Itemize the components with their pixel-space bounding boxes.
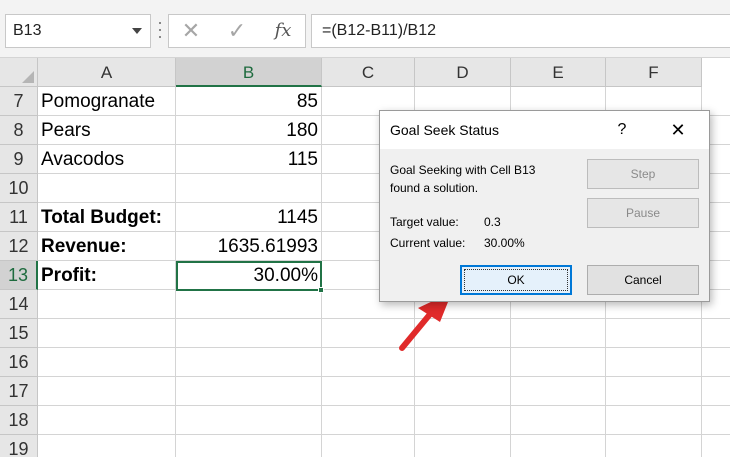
insert-function-icon[interactable]: fx xyxy=(263,15,303,47)
enter-icon[interactable]: ✓ xyxy=(217,15,257,47)
focus-rectangle xyxy=(464,269,568,291)
current-value: 30.00% xyxy=(484,236,525,250)
pause-button[interactable]: Pause xyxy=(587,198,699,228)
help-icon[interactable]: ? xyxy=(614,120,630,140)
cell-b8[interactable]: 180 xyxy=(177,116,318,145)
name-box-value: B13 xyxy=(13,22,42,39)
row-header-16[interactable]: 16 xyxy=(0,348,38,377)
grid-row-line xyxy=(38,405,730,406)
active-cell-b13[interactable] xyxy=(176,261,324,293)
dialog-titlebar[interactable]: Goal Seek Status ? ✕ xyxy=(380,111,709,149)
column-header-a[interactable]: A xyxy=(38,58,176,87)
row-header-8[interactable]: 8 xyxy=(0,116,38,145)
cell-b12[interactable]: 1635.61993 xyxy=(177,232,318,261)
step-button[interactable]: Step xyxy=(587,159,699,189)
cell-a7[interactable]: Pomogranate xyxy=(41,87,155,116)
cell-b14[interactable] xyxy=(177,290,318,319)
row-header-7[interactable]: 7 xyxy=(0,87,38,116)
row-header-11[interactable]: 11 xyxy=(0,203,38,232)
dialog-title: Goal Seek Status xyxy=(390,122,499,138)
formula-buttons: ✕ ✓ fx xyxy=(168,14,306,48)
row-header-18[interactable]: 18 xyxy=(0,406,38,435)
cancel-icon[interactable]: ✕ xyxy=(171,15,211,47)
cell-a13[interactable]: Profit: xyxy=(41,261,97,290)
row-header-13[interactable]: 13 xyxy=(0,261,38,290)
cell-b19[interactable] xyxy=(177,435,318,457)
formula-bar: B13 ✕ ✓ fx =(B12-B11)/B12 xyxy=(0,0,730,58)
target-value: 0.3 xyxy=(484,215,501,229)
column-header-f[interactable]: F xyxy=(606,58,702,87)
row-header-15[interactable]: 15 xyxy=(0,319,38,348)
cell-b17[interactable] xyxy=(177,377,318,406)
row-header-17[interactable]: 17 xyxy=(0,377,38,406)
cell-a9[interactable]: Avacodos xyxy=(41,145,124,174)
grid-row-line xyxy=(38,318,730,319)
cell-b18[interactable] xyxy=(177,406,318,435)
grid-row-line xyxy=(38,376,730,377)
row-header-12[interactable]: 12 xyxy=(0,232,38,261)
dialog-message: Goal Seeking with Cell B13 found a solut… xyxy=(390,161,535,197)
current-value-row: Current value: 30.00% xyxy=(390,236,525,250)
goal-seek-status-dialog: Goal Seek Status ? ✕ Goal Seeking with C… xyxy=(379,110,710,302)
chevron-down-icon[interactable] xyxy=(132,28,142,34)
fill-handle[interactable] xyxy=(318,287,324,293)
cell-b7[interactable]: 85 xyxy=(177,87,318,116)
cell-b9[interactable]: 115 xyxy=(177,145,318,174)
column-header-b[interactable]: B xyxy=(176,58,322,87)
cell-b15[interactable] xyxy=(177,319,318,348)
target-value-label: Target value: xyxy=(390,215,459,229)
column-header-e[interactable]: E xyxy=(511,58,606,87)
row-header-19[interactable]: 19 xyxy=(0,435,38,457)
column-header-d[interactable]: D xyxy=(415,58,511,87)
close-icon[interactable]: ✕ xyxy=(668,120,688,140)
formula-input[interactable]: =(B12-B11)/B12 xyxy=(311,14,730,48)
cell-a12[interactable]: Revenue: xyxy=(41,232,127,261)
cell-a8[interactable]: Pears xyxy=(41,116,91,145)
target-value-row: Target value: 0.3 xyxy=(390,215,501,229)
grid-row-line xyxy=(38,347,730,348)
grid-row-line xyxy=(38,434,730,435)
cell-b11[interactable]: 1145 xyxy=(177,203,318,232)
row-header-14[interactable]: 14 xyxy=(0,290,38,319)
cancel-button[interactable]: Cancel xyxy=(587,265,699,295)
cell-b10[interactable] xyxy=(177,174,318,203)
cell-a11[interactable]: Total Budget: xyxy=(41,203,162,232)
name-box[interactable]: B13 xyxy=(5,14,151,48)
formula-bar-grip[interactable] xyxy=(157,18,163,44)
message-line-1: Goal Seeking with Cell B13 xyxy=(390,163,536,177)
current-value-label: Current value: xyxy=(390,236,466,250)
column-header-c[interactable]: C xyxy=(322,58,415,87)
select-all-button[interactable] xyxy=(0,58,38,87)
row-header-10[interactable]: 10 xyxy=(0,174,38,203)
ok-button[interactable]: OK xyxy=(460,265,572,295)
message-line-2: found a solution. xyxy=(390,181,479,195)
cell-b16[interactable] xyxy=(177,348,318,377)
row-header-9[interactable]: 9 xyxy=(0,145,38,174)
select-all-icon xyxy=(22,71,34,83)
